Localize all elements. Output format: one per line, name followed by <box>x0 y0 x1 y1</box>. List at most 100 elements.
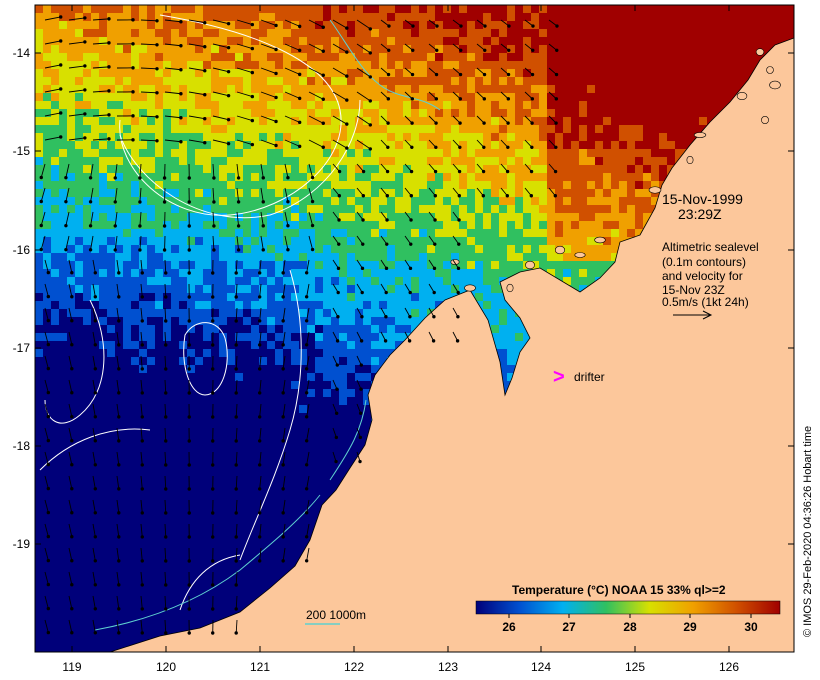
sst-pixel <box>387 133 395 141</box>
sst-pixel <box>395 205 403 213</box>
sst-pixel <box>627 229 635 237</box>
sst-pixel <box>211 333 219 341</box>
sst-pixel <box>443 229 451 237</box>
sst-pixel <box>627 61 635 69</box>
sst-pixel <box>419 29 427 37</box>
sst-pixel <box>699 93 707 101</box>
sst-pixel <box>451 29 459 37</box>
sst-pixel <box>427 77 435 85</box>
sst-pixel <box>251 349 259 357</box>
sst-pixel <box>515 45 523 53</box>
sst-pixel <box>283 29 291 37</box>
sst-pixel <box>595 213 603 221</box>
sst-pixel <box>323 245 331 253</box>
sst-pixel <box>307 349 315 357</box>
sst-pixel <box>411 85 419 93</box>
sst-pixel <box>187 45 195 53</box>
sst-pixel <box>587 253 595 261</box>
sst-pixel <box>603 45 611 53</box>
sst-pixel <box>451 61 459 69</box>
sst-pixel <box>83 373 91 381</box>
sst-pixel <box>219 413 227 421</box>
sst-pixel <box>139 125 147 133</box>
sst-pixel <box>35 237 43 245</box>
sst-pixel <box>123 205 131 213</box>
sst-pixel <box>243 149 251 157</box>
sst-pixel <box>243 61 251 69</box>
sst-pixel <box>571 141 579 149</box>
sst-pixel <box>763 21 771 29</box>
sst-pixel <box>403 269 411 277</box>
sst-pixel <box>619 61 627 69</box>
sst-pixel <box>347 53 355 61</box>
sst-pixel <box>387 293 395 301</box>
sst-pixel <box>539 165 547 173</box>
sst-pixel <box>387 245 395 253</box>
sst-pixel <box>667 77 675 85</box>
sst-pixel <box>219 77 227 85</box>
sst-pixel <box>339 325 347 333</box>
sst-pixel <box>627 5 635 13</box>
sst-pixel <box>331 293 339 301</box>
sst-pixel <box>339 5 347 13</box>
sst-pixel <box>651 157 659 165</box>
sst-pixel <box>419 261 427 269</box>
sst-pixel <box>675 77 683 85</box>
sst-pixel <box>251 157 259 165</box>
sst-pixel <box>443 261 451 269</box>
sst-pixel <box>355 141 363 149</box>
sst-pixel <box>563 13 571 21</box>
sst-pixel <box>171 261 179 269</box>
sst-pixel <box>195 357 203 365</box>
sst-pixel <box>611 13 619 21</box>
sst-pixel <box>243 309 251 317</box>
sst-pixel <box>347 61 355 69</box>
sst-pixel <box>291 317 299 325</box>
sst-pixel <box>75 133 83 141</box>
sst-pixel <box>363 261 371 269</box>
sst-pixel <box>283 229 291 237</box>
sst-pixel <box>211 285 219 293</box>
sst-pixel <box>195 189 203 197</box>
sst-pixel <box>171 101 179 109</box>
sst-pixel <box>611 53 619 61</box>
sst-pixel <box>355 205 363 213</box>
sst-pixel <box>203 101 211 109</box>
sst-pixel <box>299 405 307 413</box>
sst-pixel <box>731 69 739 77</box>
sst-pixel <box>147 301 155 309</box>
sst-pixel <box>427 205 435 213</box>
sst-pixel <box>203 245 211 253</box>
sst-pixel <box>387 269 395 277</box>
sst-pixel <box>387 125 395 133</box>
sst-pixel <box>139 405 147 413</box>
sst-pixel <box>171 413 179 421</box>
sst-pixel <box>299 245 307 253</box>
sst-pixel <box>387 309 395 317</box>
sst-pixel <box>619 53 627 61</box>
sst-pixel <box>331 29 339 37</box>
sst-pixel <box>291 93 299 101</box>
sst-pixel <box>507 85 515 93</box>
sst-pixel <box>195 61 203 69</box>
sst-pixel <box>611 229 619 237</box>
sst-pixel <box>475 77 483 85</box>
sst-pixel <box>691 21 699 29</box>
sst-pixel <box>571 5 579 13</box>
sst-pixel <box>43 93 51 101</box>
sst-pixel <box>555 213 563 221</box>
sst-pixel <box>195 261 203 269</box>
sst-pixel <box>347 349 355 357</box>
sst-pixel <box>131 341 139 349</box>
sst-pixel <box>123 317 131 325</box>
sst-pixel <box>491 309 499 317</box>
sst-pixel <box>579 125 587 133</box>
sst-pixel <box>507 37 515 45</box>
sst-pixel <box>571 117 579 125</box>
sst-pixel <box>99 221 107 229</box>
sst-pixel <box>139 5 147 13</box>
sst-pixel <box>91 357 99 365</box>
sst-pixel <box>659 141 667 149</box>
sst-pixel <box>227 77 235 85</box>
sst-pixel <box>371 13 379 21</box>
